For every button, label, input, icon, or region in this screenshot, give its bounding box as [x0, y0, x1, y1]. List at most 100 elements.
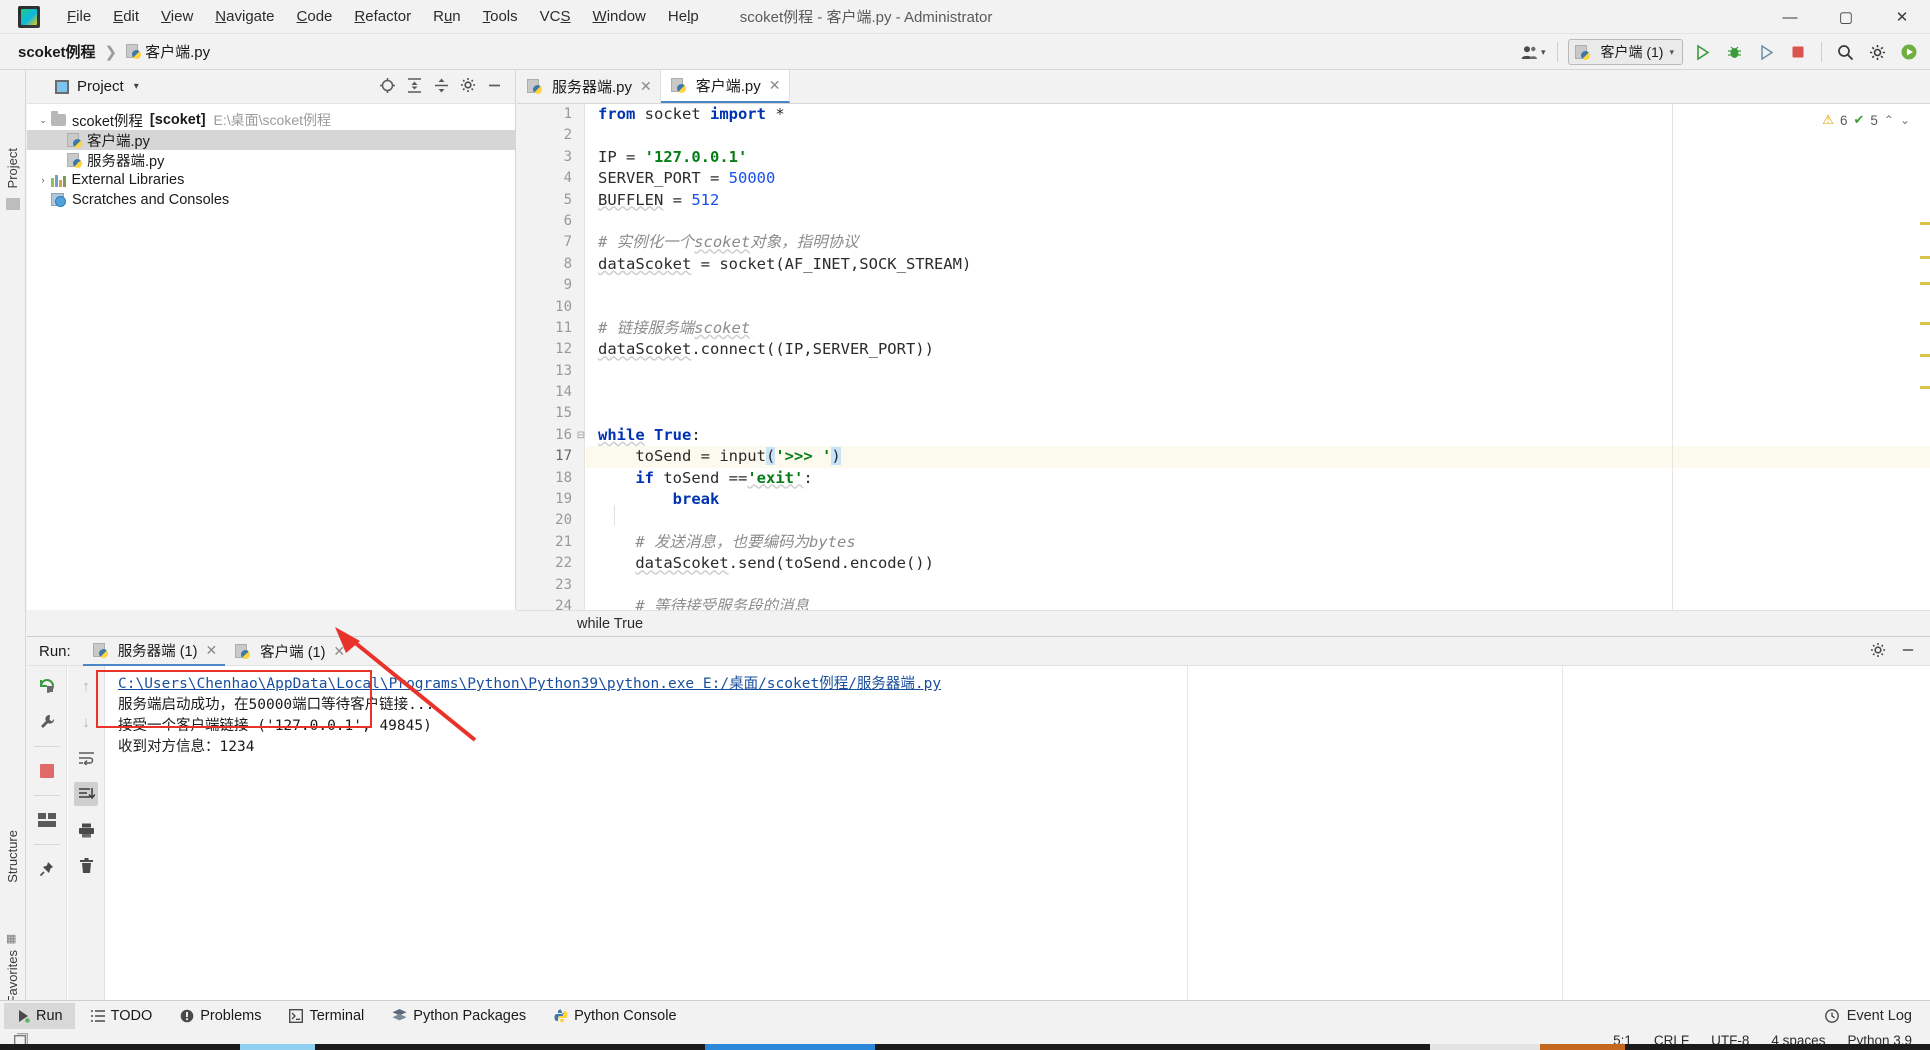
bottom-tab-todo[interactable]: TODO	[79, 1003, 165, 1029]
window-controls[interactable]: — ▢ ✕	[1762, 0, 1930, 34]
editor-code-area[interactable]: from socket import * IP = '127.0.0.1' SE…	[586, 104, 1930, 610]
menu-file[interactable]: File	[56, 4, 102, 29]
bottom-tab-python-console[interactable]: Python Console	[542, 1003, 688, 1029]
code-line: if toSend =='exit':	[635, 468, 813, 487]
editor-tab-kehuduan[interactable]: 客户端.py ✕	[660, 70, 790, 103]
todo-icon	[90, 1009, 105, 1022]
close-icon[interactable]: ✕	[640, 78, 652, 95]
soft-wrap-icon[interactable]	[74, 746, 98, 770]
settings-button[interactable]	[1864, 39, 1890, 65]
project-tree[interactable]: ⌄ scoket例程 [scoket] E:\桌面\scoket例程 客户端.p…	[27, 104, 515, 210]
python-file-icon	[670, 78, 686, 93]
python-run-icon	[235, 643, 251, 659]
event-log-button[interactable]: Event Log	[1824, 1008, 1930, 1024]
expand-all-button[interactable]	[406, 77, 423, 97]
line-number: 9	[563, 277, 572, 294]
inspection-marker[interactable]	[1920, 256, 1930, 259]
run-actions-column-2: ↑ ↓	[68, 666, 105, 1000]
user-account-icon[interactable]: ▾	[1521, 45, 1545, 60]
code-editor[interactable]: 1 2 3 4 5 6 7 8 9 10 11 12 13 14 15 16 1…	[517, 104, 1930, 610]
clear-all-icon[interactable]	[74, 854, 98, 878]
stop-icon[interactable]	[35, 759, 59, 783]
layout-icon[interactable]	[35, 808, 59, 832]
close-button[interactable]: ✕	[1874, 0, 1930, 34]
run-tab-fuwuqiduan[interactable]: 服务器端 (1) ✕	[82, 637, 226, 666]
chevron-right-icon[interactable]: ›	[35, 175, 51, 185]
line-number: 20	[555, 512, 572, 529]
bottom-tab-problems[interactable]: Problems	[168, 1003, 273, 1029]
search-ide-button[interactable]	[1896, 39, 1922, 65]
down-arrow-icon[interactable]: ↓	[74, 710, 98, 734]
run-tab-label: 客户端 (1)	[260, 644, 326, 661]
run-tool-window-header: Run: 服务器端 (1) ✕ 客户端 (1) ✕	[27, 636, 1930, 666]
inspection-summary[interactable]: ⚠ 6 ✔ 5 ⌃ ⌄	[1822, 112, 1910, 128]
debug-button[interactable]	[1721, 39, 1747, 65]
inspection-marker[interactable]	[1920, 354, 1930, 357]
tool-button-favorites[interactable]: Favorites	[5, 950, 20, 1003]
run-with-coverage-button[interactable]	[1753, 39, 1779, 65]
hide-run-window-button[interactable]	[1900, 642, 1916, 661]
search-icon	[1837, 44, 1853, 60]
terminal-icon	[289, 1008, 304, 1023]
menu-refactor[interactable]: Refactor	[343, 4, 422, 29]
breadcrumb-file[interactable]: 客户端.py	[145, 41, 210, 62]
menu-window[interactable]: Window	[582, 4, 657, 29]
editor-gutter[interactable]: 1 2 3 4 5 6 7 8 9 10 11 12 13 14 15 16 1…	[517, 104, 585, 610]
edit-configuration-icon[interactable]	[35, 710, 59, 734]
up-arrow-icon[interactable]: ↑	[74, 674, 98, 698]
menu-view[interactable]: View	[150, 4, 204, 29]
tool-button-structure[interactable]: Structure	[5, 830, 20, 883]
breadcrumb-project[interactable]: scoket例程	[18, 41, 96, 62]
rerun-icon[interactable]	[35, 674, 59, 698]
close-icon[interactable]: ✕	[769, 77, 781, 94]
editor-marker-rail[interactable]	[1918, 104, 1930, 610]
print-icon[interactable]	[74, 818, 98, 842]
project-view-chevron-icon[interactable]: ▾	[134, 81, 139, 92]
run-configuration-selector[interactable]: 客户端 (1) ▾	[1568, 39, 1683, 65]
tree-node-external-libraries[interactable]: › External Libraries	[27, 170, 515, 190]
menu-run[interactable]: Run	[422, 4, 472, 29]
tree-node-scratches[interactable]: Scratches and Consoles	[27, 190, 515, 210]
bottom-tab-python-packages[interactable]: Python Packages	[380, 1003, 538, 1029]
tool-button-project[interactable]: Project	[5, 148, 20, 188]
play-circle-icon	[1901, 44, 1917, 60]
locate-file-button[interactable]	[379, 77, 396, 97]
stop-button[interactable]	[1785, 39, 1811, 65]
project-settings-button[interactable]	[460, 77, 476, 96]
scroll-to-end-icon[interactable]	[74, 782, 98, 806]
maximize-button[interactable]: ▢	[1818, 0, 1874, 34]
inspection-marker[interactable]	[1920, 386, 1930, 389]
menu-navigate[interactable]: Navigate	[204, 4, 285, 29]
navigation-bar: scoket例程 ❯ 客户端.py ▾ 客户端 (1) ▾	[0, 34, 1930, 70]
minimize-button[interactable]: —	[1762, 0, 1818, 34]
bottom-tab-run[interactable]: Run	[4, 1002, 75, 1029]
menu-help[interactable]: Help	[657, 4, 710, 29]
minimize-icon	[489, 84, 500, 86]
menu-edit[interactable]: Edit	[102, 4, 150, 29]
run-button[interactable]	[1689, 39, 1715, 65]
tree-node-kehuduan-py[interactable]: 客户端.py	[27, 130, 515, 150]
close-icon[interactable]: ✕	[205, 642, 217, 659]
pin-icon[interactable]	[35, 857, 59, 881]
editor-tab-fuwuqiduan[interactable]: 服务器端.py ✕	[517, 70, 661, 103]
inspection-marker[interactable]	[1920, 222, 1930, 225]
title-bar: File Edit View Navigate Code Refactor Ru…	[0, 0, 1930, 34]
tree-node-project-root[interactable]: ⌄ scoket例程 [scoket] E:\桌面\scoket例程	[27, 110, 515, 130]
hide-panel-button[interactable]	[486, 77, 503, 97]
menu-bar[interactable]: File Edit View Navigate Code Refactor Ru…	[56, 4, 710, 29]
inspection-marker[interactable]	[1920, 282, 1930, 285]
menu-tools[interactable]: Tools	[472, 4, 529, 29]
inspection-marker[interactable]	[1920, 322, 1930, 325]
collapse-all-button[interactable]	[433, 77, 450, 97]
search-everywhere-button[interactable]	[1832, 39, 1858, 65]
chevron-down-icon[interactable]: ⌄	[35, 115, 51, 126]
editor-breadcrumb-label[interactable]: while True	[577, 616, 643, 632]
tree-node-fuwuqiduan-py[interactable]: 服务器端.py	[27, 150, 515, 170]
menu-code[interactable]: Code	[286, 4, 344, 29]
prev-highlight-icon[interactable]: ⌃	[1884, 113, 1894, 127]
run-settings-button[interactable]	[1870, 642, 1886, 661]
next-highlight-icon[interactable]: ⌄	[1900, 113, 1910, 127]
bottom-tab-terminal[interactable]: Terminal	[277, 1003, 376, 1029]
menu-vcs[interactable]: VCS	[529, 4, 582, 29]
